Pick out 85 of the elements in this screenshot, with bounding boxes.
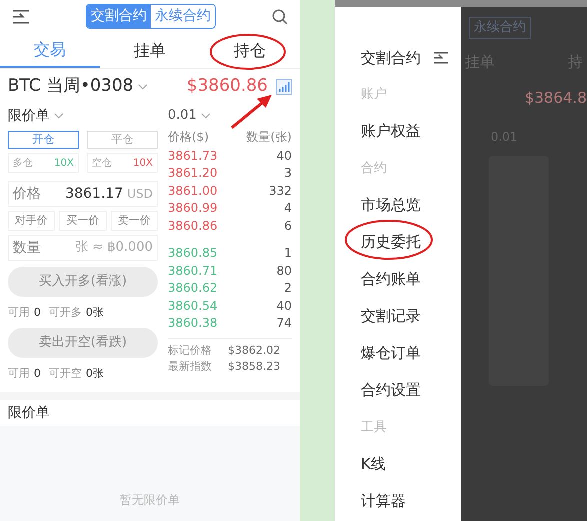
- order-price: 3860.54: [168, 298, 218, 315]
- order-price: 3861.73: [168, 148, 218, 165]
- position-mode-button[interactable]: 平仓: [87, 131, 158, 149]
- order-price: 3861.20: [168, 165, 218, 182]
- last-price: $3860.86: [186, 75, 268, 98]
- max-value: 0张: [86, 366, 104, 382]
- leverage-label: 多仓: [13, 156, 33, 170]
- leverage-value: 10X: [133, 156, 153, 170]
- order-quantity: 1: [284, 245, 292, 262]
- menu-icon[interactable]: [433, 52, 449, 64]
- order-price: 3860.62: [168, 280, 218, 298]
- leverage-label: 空仓: [92, 156, 112, 170]
- section-header: 工具: [361, 418, 387, 437]
- field-label: 数量: [13, 238, 41, 258]
- stat-label: 最新指数: [168, 358, 212, 375]
- section-header: 账户: [361, 86, 387, 104]
- chevron-down-icon: [54, 113, 64, 119]
- order-quantity: 4: [284, 200, 292, 218]
- chevron-down-icon: [200, 113, 211, 119]
- order-quantity: 40: [276, 298, 292, 315]
- currency-unit: USD: [127, 186, 153, 202]
- stat-value: $3862.02: [228, 342, 280, 359]
- leverage-selector[interactable]: 多仓 10X: [8, 153, 79, 173]
- quantity-placeholder: 张 ≈ ฿0.000: [75, 239, 153, 258]
- order-price: 3860.86: [168, 218, 218, 235]
- max-label: 可开空: [49, 366, 82, 382]
- quick-price-button[interactable]: 买一价: [59, 211, 107, 231]
- available-value: 0: [34, 366, 41, 382]
- precision-select[interactable]: 0.01: [168, 106, 197, 126]
- drawer-title: 交割合约: [361, 48, 421, 69]
- menu-icon[interactable]: [12, 10, 30, 24]
- chevron-down-icon: [138, 84, 148, 90]
- quantity-field[interactable]: 数量 张 ≈ ฿0.000: [8, 235, 158, 261]
- max-label: 可开多: [49, 305, 82, 321]
- segment-tab[interactable]: 交割合约: [87, 5, 151, 28]
- drawer-item[interactable]: 交割记录: [361, 298, 461, 335]
- max-value: 0张: [86, 305, 104, 321]
- drawer-item[interactable]: K线: [361, 446, 461, 483]
- drawer-item[interactable]: 历史委托: [361, 224, 461, 261]
- available-label: 可用: [8, 366, 30, 382]
- leverage-selector[interactable]: 空仓 10X: [87, 153, 158, 173]
- column-header: 数量(张): [246, 129, 292, 146]
- available-value: 0: [34, 305, 41, 321]
- order-quantity: 3: [284, 165, 292, 182]
- order-quantity: 40: [276, 148, 292, 165]
- drawer-item[interactable]: 合约账单: [361, 261, 461, 298]
- drawer-item[interactable]: 爆仓订单: [361, 335, 461, 372]
- order-quantity: 2: [284, 280, 292, 298]
- search-icon[interactable]: [272, 8, 288, 24]
- leverage-value: 10X: [54, 156, 74, 170]
- order-quantity: 6: [284, 218, 292, 235]
- drawer-item[interactable]: 市场总览: [361, 187, 461, 224]
- order-price: 3860.38: [168, 315, 218, 332]
- tab[interactable]: 交易: [0, 33, 100, 68]
- quick-price-button[interactable]: 卖一价: [110, 211, 158, 231]
- stat-label: 标记价格: [168, 342, 212, 359]
- drawer-item[interactable]: 计算器: [361, 483, 461, 520]
- order-quantity: 74: [276, 315, 292, 332]
- section-header: 合约: [361, 160, 387, 178]
- order-price: 3860.71: [168, 262, 218, 280]
- available-label: 可用: [8, 305, 30, 321]
- stat-value: $3858.23: [228, 358, 280, 375]
- order-quantity: 80: [276, 262, 292, 280]
- price-value: 3861.17: [65, 184, 124, 204]
- quick-price-button[interactable]: 对手价: [8, 211, 56, 231]
- order-price: 3860.99: [168, 200, 218, 218]
- order-price: 3860.85: [168, 245, 218, 262]
- column-header: 价格($): [168, 129, 209, 146]
- last-price: $3864.8: [524, 88, 587, 109]
- price-field[interactable]: 价格 3861.17 USD: [8, 181, 158, 207]
- chart-icon[interactable]: [276, 79, 292, 95]
- drawer-item[interactable]: 账户权益: [361, 113, 461, 150]
- order-type-select[interactable]: 限价单: [8, 106, 50, 126]
- order-quantity: 332: [269, 182, 292, 200]
- drawer-item[interactable]: 合约设置: [361, 372, 461, 409]
- order-price: 3861.00: [168, 182, 218, 200]
- position-mode-button[interactable]: 开仓: [8, 131, 79, 149]
- field-label: 价格: [13, 184, 41, 204]
- section-title: 限价单: [8, 404, 50, 422]
- tab[interactable]: 挂单: [100, 33, 200, 68]
- tab[interactable]: 持仓: [200, 33, 300, 68]
- empty-message: 暂无限价单: [120, 492, 180, 509]
- annotation-arrow: [231, 95, 272, 130]
- segment-tab[interactable]: 永续合约: [468, 17, 531, 38]
- instrument-name[interactable]: BTC 当周•0308: [8, 74, 134, 100]
